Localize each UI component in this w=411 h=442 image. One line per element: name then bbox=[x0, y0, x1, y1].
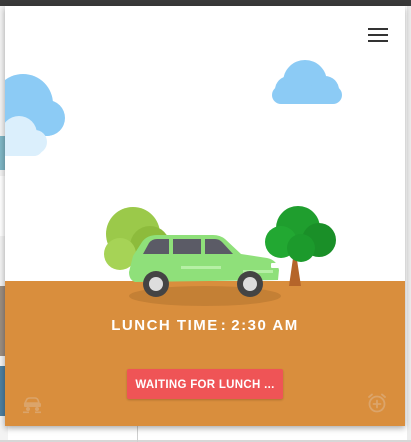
background-page-right bbox=[407, 6, 411, 442]
lunch-time-display: LUNCH TIME:2:30 AM bbox=[5, 317, 405, 334]
add-alarm-icon bbox=[368, 393, 386, 413]
cloud-right bbox=[272, 60, 342, 104]
car-settings-button[interactable] bbox=[21, 392, 43, 414]
lunch-time-label: LUNCH TIME bbox=[111, 317, 219, 334]
lunch-time-separator: : bbox=[220, 317, 228, 334]
menu-button[interactable] bbox=[368, 28, 388, 44]
add-alarm-button[interactable] bbox=[366, 392, 388, 414]
lunch-time-value: 2:30 AM bbox=[231, 317, 299, 334]
hamburger-menu-icon bbox=[368, 28, 388, 30]
scene-illustration bbox=[5, 60, 342, 306]
lunch-popup: LUNCH TIME:2:30 AM WAITING FOR LUNCH ... bbox=[5, 6, 405, 426]
car-settings-icon bbox=[23, 397, 41, 414]
waiting-status-button[interactable]: WAITING FOR LUNCH ... bbox=[127, 369, 283, 399]
background-divider bbox=[137, 426, 138, 442]
